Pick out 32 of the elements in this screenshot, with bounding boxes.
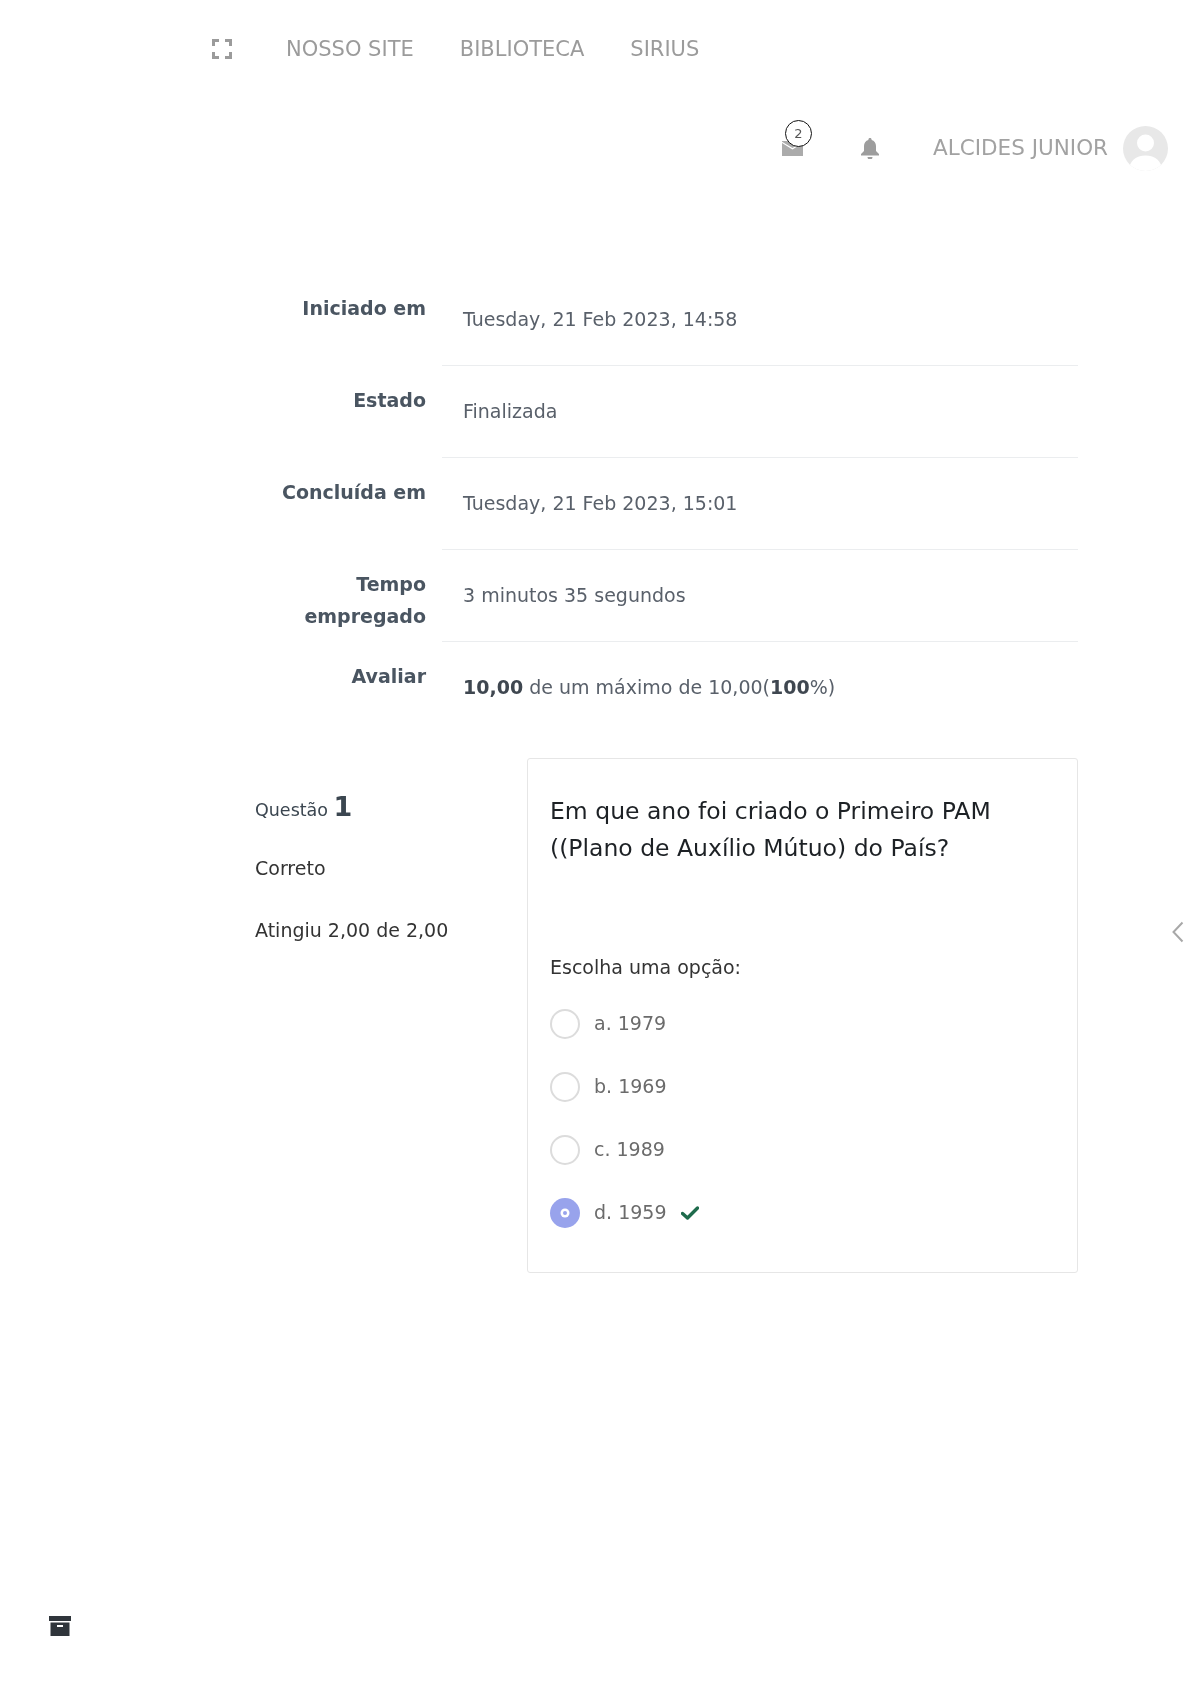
radio-button[interactable] <box>550 1134 580 1165</box>
message-count-badge: 2 <box>784 119 812 147</box>
summary-label: Concluída em <box>281 480 426 505</box>
question-status: Correto <box>255 856 326 881</box>
nav-link[interactable]: BIBLIOTECA <box>459 36 585 62</box>
summary-value: 3 minutos 35 segundos <box>463 584 686 606</box>
summary-label: Tempo empregado <box>303 572 426 629</box>
nav-link[interactable]: SIRIUS <box>630 36 700 62</box>
question-number: Questão 1 <box>255 790 353 824</box>
option-label: c. 1989 <box>594 1137 665 1162</box>
summary-label: Avaliar <box>351 664 426 689</box>
option-label: d. 1959 <box>594 1200 667 1225</box>
radio-button[interactable] <box>550 1008 580 1039</box>
option-label: b. 1969 <box>594 1074 667 1099</box>
radio-button[interactable] <box>550 1071 580 1102</box>
radio-button[interactable] <box>550 1197 580 1228</box>
nav-link[interactable]: NOSSO SITE <box>286 36 414 62</box>
fullscreen-icon[interactable] <box>212 39 232 59</box>
summary-label: Iniciado em <box>302 296 426 321</box>
option-label: a. 1979 <box>594 1011 667 1036</box>
chevron-left-icon[interactable] <box>1172 921 1184 943</box>
archive-box-icon[interactable] <box>49 1616 71 1636</box>
answer-prompt: Escolha uma opção: <box>550 955 741 980</box>
bell-icon[interactable] <box>860 137 879 159</box>
summary-value: Tuesday, 21 Feb 2023, 15:01 <box>463 492 738 514</box>
user-name[interactable]: ALCIDES JUNIOR <box>932 135 1108 161</box>
question-grade: Atingiu 2,00 de 2,00 <box>255 918 449 943</box>
summary-value: Tuesday, 21 Feb 2023, 14:58 <box>463 308 738 330</box>
summary-value: Finalizada <box>463 400 558 422</box>
summary-value: 10,00 de um máximo de 10,00(100%) <box>463 676 836 698</box>
summary-label: Estado <box>353 388 426 413</box>
question-text: Em que ano foi criado o Primeiro PAM ((Plano de Auxílio Mútuo) do País? <box>550 796 992 864</box>
